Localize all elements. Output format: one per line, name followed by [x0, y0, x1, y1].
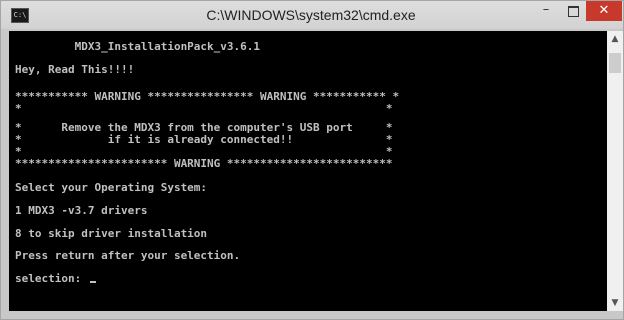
scroll-up-arrow-icon[interactable]: ▲ — [607, 31, 623, 47]
console-line-read-this: Hey, Read This!!!! — [15, 63, 135, 76]
vertical-scrollbar[interactable]: ▲ ▼ — [607, 31, 623, 311]
maximize-icon — [568, 6, 579, 17]
console-output[interactable]: MDX3_InstallationPack_v3.6.1 Hey, Read T… — [9, 31, 607, 311]
selection-prompt: selection: — [15, 272, 88, 285]
cmd-app-icon[interactable]: C:\ — [11, 8, 29, 23]
window-title: C:\WINDOWS\system32\cmd.exe — [206, 7, 416, 23]
console-line-select-os: Select your Operating System: — [15, 181, 208, 194]
console-line-option-1: 1 MDX3 -v3.7 drivers — [15, 204, 148, 217]
scroll-down-arrow-icon[interactable]: ▼ — [607, 295, 623, 311]
minimize-button[interactable]: – — [533, 1, 559, 21]
maximize-button[interactable] — [560, 1, 586, 21]
console-line-header: MDX3_InstallationPack_v3.6.1 — [15, 40, 261, 53]
console-line-press-return: Press return after your selection. — [15, 249, 241, 262]
console-line-option-8: 8 to skip driver installation — [15, 227, 208, 240]
console-prompt-line[interactable]: selection: — [15, 273, 96, 285]
console-line-border: * * — [15, 102, 393, 115]
scroll-thumb[interactable] — [609, 53, 621, 73]
close-button[interactable]: ✕ — [586, 1, 622, 21]
title-bar[interactable]: C:\ C:\WINDOWS\system32\cmd.exe – ✕ — [1, 1, 623, 29]
text-cursor — [89, 281, 96, 283]
cmd-window: C:\ C:\WINDOWS\system32\cmd.exe – ✕ MDX3… — [0, 0, 624, 320]
console-line-warning-bottom: *********************** WARNING ********… — [15, 157, 393, 170]
